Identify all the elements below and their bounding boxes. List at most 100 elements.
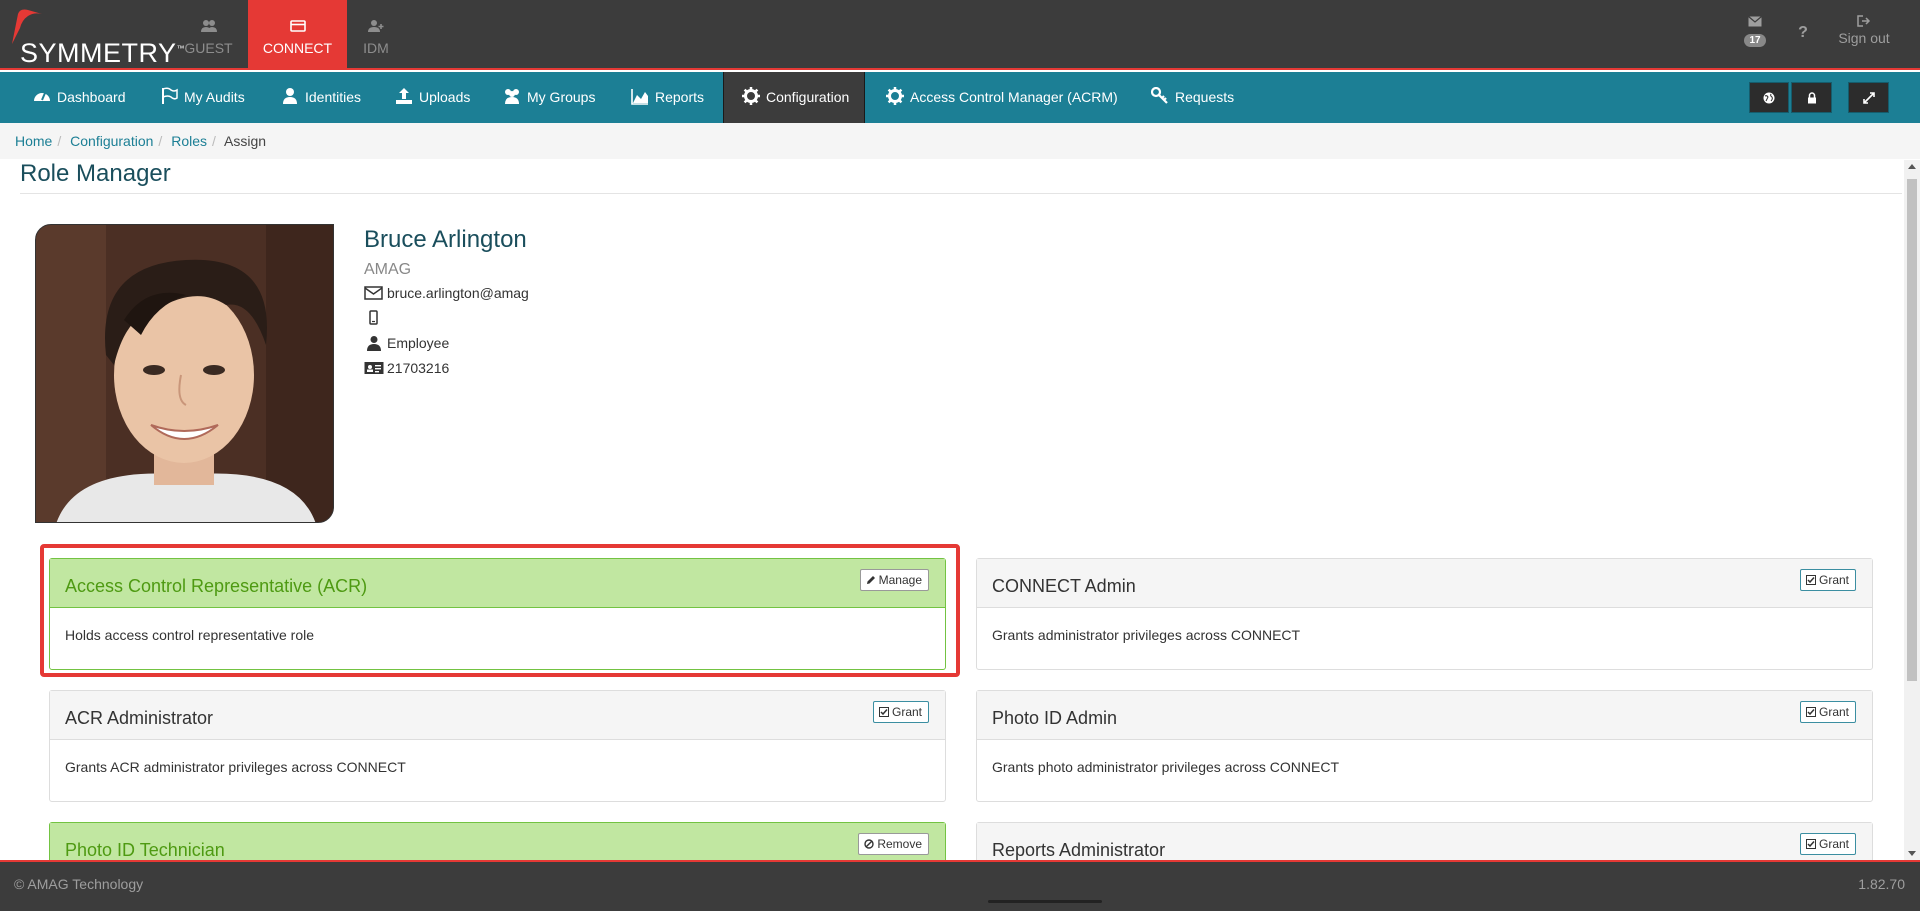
group-icon	[505, 89, 519, 104]
role-title: CONNECT Admin	[992, 576, 1136, 596]
grant-button[interactable]: Grant	[1799, 569, 1856, 591]
role-card-connect-admin: CONNECT Admin Grant Grants administrator…	[976, 558, 1873, 670]
check-square-icon	[878, 707, 889, 717]
nav-item-my-groups[interactable]: My Groups	[503, 72, 595, 123]
person-icon	[367, 336, 381, 351]
flag-icon	[162, 87, 178, 104]
fullscreen-button[interactable]	[1848, 82, 1889, 113]
symmetry-logo[interactable]: SYMMETRY™	[6, 6, 185, 68]
gear-icon	[742, 87, 760, 105]
nav-item-my-audits[interactable]: My Audits	[160, 72, 245, 123]
page-title: Role Manager	[20, 160, 171, 187]
profile-type-value: Employee	[387, 335, 450, 351]
globe-button[interactable]	[1749, 82, 1789, 113]
app-tab-guest[interactable]: GUEST	[159, 0, 258, 70]
pencil-icon	[866, 576, 875, 584]
envelope-icon	[1748, 16, 1762, 27]
profile-email-value: bruce.arlington@amag	[387, 285, 529, 301]
gear-icon	[886, 87, 904, 105]
nav-item-acrm[interactable]: Access Control Manager (ACRM)	[886, 72, 1118, 123]
grant-button[interactable]: Grant	[1799, 701, 1856, 723]
role-title: ACR Administrator	[65, 708, 214, 728]
scroll-down-arrow[interactable]	[1908, 851, 1916, 856]
profile-email: bruce.arlington@amag	[364, 285, 529, 301]
message-count-badge: 17	[1744, 34, 1766, 47]
lock-button[interactable]	[1791, 82, 1832, 113]
expand-icon	[1862, 91, 1875, 104]
profile-id-value: 21703216	[387, 360, 450, 376]
role-description: Grants photo administrator privileges ac…	[992, 759, 1340, 775]
dashboard-icon	[34, 92, 50, 101]
role-title: Photo ID Admin	[992, 708, 1118, 728]
messages-button[interactable]: 17	[1738, 14, 1772, 47]
breadcrumb-home[interactable]: Home	[15, 133, 52, 149]
profile-organization: AMAG	[364, 261, 412, 278]
manage-button[interactable]: Manage	[859, 569, 929, 591]
user-plus-icon	[368, 20, 384, 32]
app-tab-label: CONNECT	[262, 40, 333, 56]
ban-icon	[864, 839, 875, 849]
grant-button[interactable]: Grant	[872, 701, 929, 723]
globe-icon	[1763, 92, 1775, 103]
role-description: Grants administrator privileges across C…	[992, 627, 1301, 643]
footer-version: 1.82.70	[1858, 876, 1905, 892]
help-icon: ?	[1798, 24, 1808, 41]
remove-button[interactable]: Remove	[858, 833, 929, 855]
key-icon	[1151, 87, 1168, 104]
nav-item-configuration[interactable]: Configuration	[723, 72, 866, 123]
scrollbar-thumb[interactable]	[1907, 179, 1917, 681]
check-square-icon	[1805, 575, 1816, 585]
profile-id: 21703216	[364, 360, 449, 376]
user-icon	[283, 88, 297, 104]
envelope-outline-icon	[364, 286, 383, 300]
role-title: Access Control Representative (ACR)	[65, 576, 368, 596]
scroll-up-arrow[interactable]	[1908, 164, 1916, 169]
nav-item-uploads[interactable]: Uploads	[395, 72, 470, 123]
person-portrait	[36, 225, 333, 522]
mobile-phone-icon	[369, 310, 378, 325]
title-divider	[20, 193, 1902, 194]
profile-phone	[364, 310, 387, 326]
role-card-acr-administrator: ACR Administrator Grant Grants ACR admin…	[49, 690, 946, 802]
check-square-icon	[1805, 839, 1816, 849]
lock-icon	[1807, 91, 1816, 103]
breadcrumb: Home / Configuration / Roles / Assign	[0, 123, 1920, 159]
role-title: Photo ID Technician	[65, 840, 225, 860]
sign-out-icon	[1857, 15, 1871, 27]
footer-copyright: © AMAG Technology	[14, 876, 144, 892]
role-description: Holds access control representative role	[65, 627, 315, 643]
nav-item-requests[interactable]: Requests	[1151, 72, 1234, 123]
profile-name: Bruce Arlington	[364, 226, 527, 253]
area-chart-icon	[631, 89, 648, 105]
footer-drag-handle[interactable]	[988, 900, 1102, 903]
app-tab-idm[interactable]: IDM	[336, 0, 416, 70]
breadcrumb-roles[interactable]: Roles	[171, 133, 207, 149]
role-title: Reports Administrator	[992, 840, 1166, 860]
check-square-icon	[1805, 707, 1816, 717]
breadcrumb-current: Assign	[224, 133, 267, 149]
top-bar: SYMMETRY™ GUEST CONNECT IDM 17 ? Sign ou…	[0, 0, 1920, 70]
app-tab-connect[interactable]: CONNECT	[248, 0, 347, 70]
card-icon	[289, 20, 306, 32]
app-tab-label: GUEST	[184, 40, 233, 56]
nav-item-reports[interactable]: Reports	[631, 72, 704, 123]
footer: © AMAG Technology 1.82.70	[0, 860, 1920, 911]
role-card-acr: Access Control Representative (ACR) Mana…	[49, 558, 946, 670]
nav-item-identities[interactable]: Identities	[281, 72, 361, 123]
app-tab-label: IDM	[363, 40, 389, 56]
sign-out-label: Sign out	[1838, 30, 1890, 46]
id-card-icon	[364, 362, 384, 374]
help-button[interactable]: ?	[1794, 24, 1812, 42]
profile-type: Employee	[364, 335, 449, 351]
users-icon	[200, 20, 217, 32]
role-description: Grants ACR administrator privileges acro…	[65, 759, 406, 775]
upload-icon	[396, 88, 412, 104]
page-scrollbar[interactable]	[1904, 160, 1920, 860]
breadcrumb-configuration[interactable]: Configuration	[70, 133, 153, 149]
grant-button[interactable]: Grant	[1799, 833, 1856, 855]
main-nav: Dashboard My Audits Identities Uploads M…	[0, 72, 1920, 123]
nav-item-dashboard[interactable]: Dashboard	[33, 72, 126, 123]
sign-out-button[interactable]: Sign out	[1834, 14, 1894, 46]
profile-photo	[35, 224, 334, 523]
role-card-photo-id-admin: Photo ID Admin Grant Grants photo admini…	[976, 690, 1873, 802]
